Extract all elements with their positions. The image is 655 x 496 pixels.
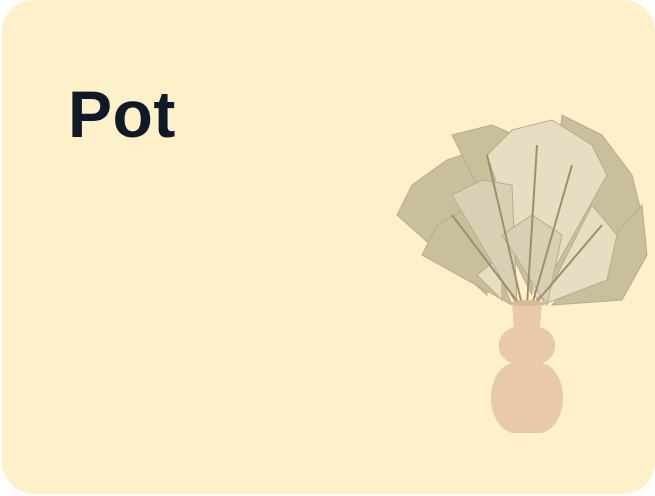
- dried-palm-vase-image: [396, 114, 648, 433]
- card-title: Pot: [68, 77, 176, 151]
- vase: [491, 300, 563, 433]
- palm-leaves: [396, 114, 648, 307]
- product-card[interactable]: Pot: [2, 0, 655, 494]
